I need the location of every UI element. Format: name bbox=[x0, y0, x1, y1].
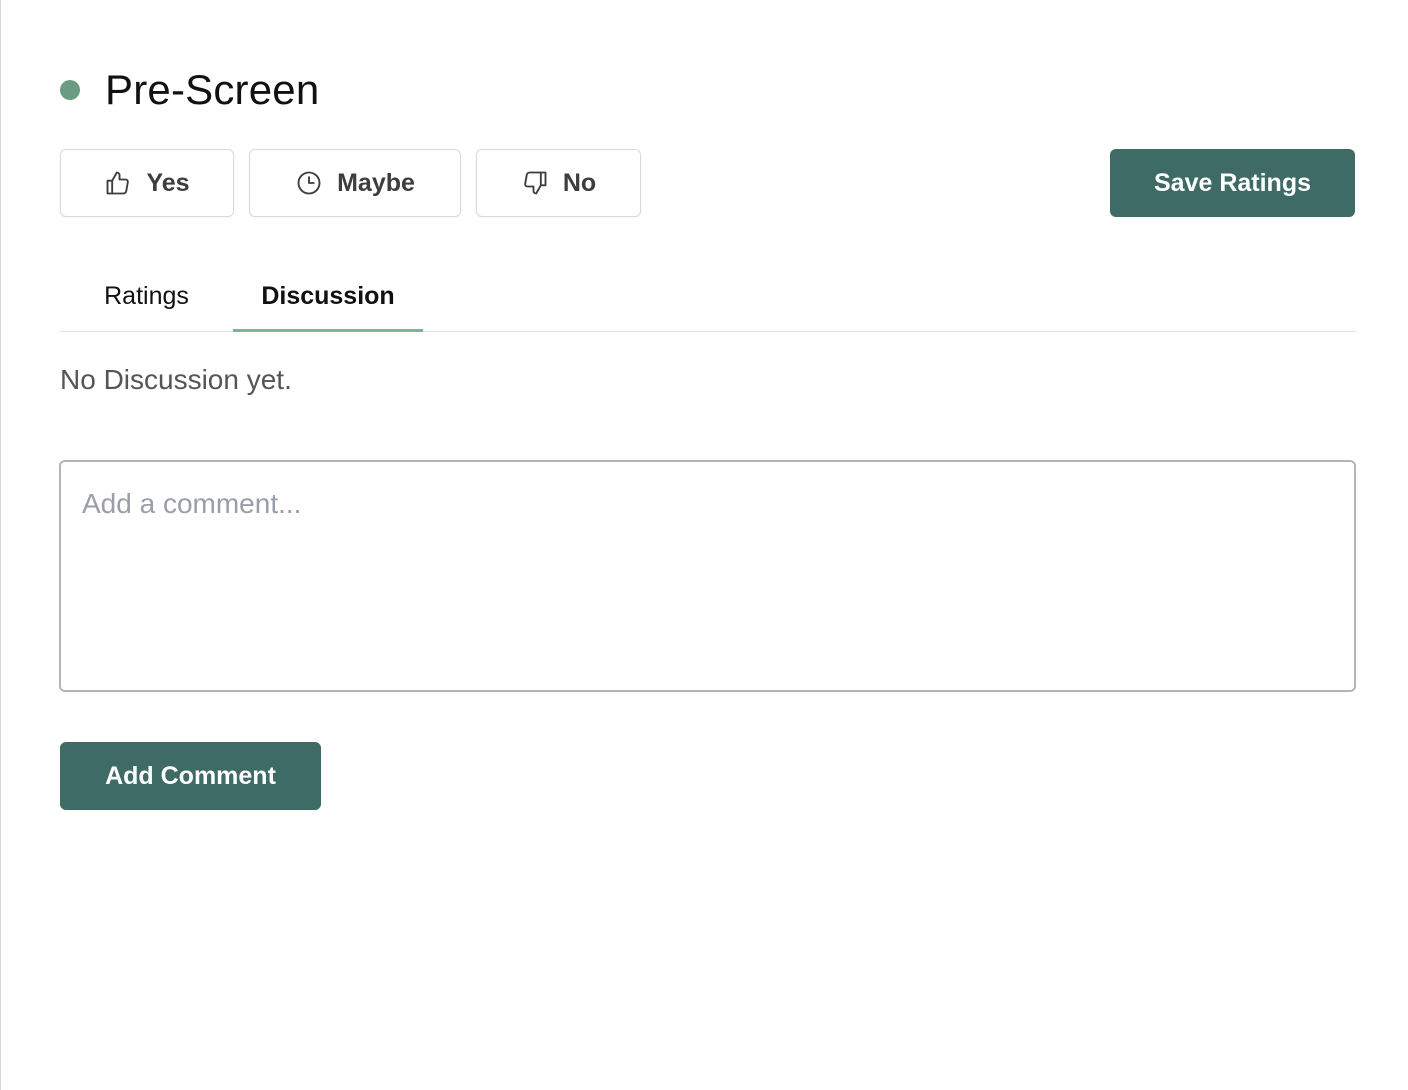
page-frame: Pre-Screen Yes Maybe No Save Ratings Rat… bbox=[0, 0, 1408, 1090]
tab-ratings[interactable]: Ratings bbox=[60, 262, 233, 331]
add-comment-button[interactable]: Add Comment bbox=[60, 742, 321, 810]
maybe-button[interactable]: Maybe bbox=[249, 149, 461, 217]
yes-label: Yes bbox=[146, 168, 190, 197]
thumbs-up-icon bbox=[104, 169, 132, 197]
yes-button[interactable]: Yes bbox=[60, 149, 234, 217]
save-ratings-button[interactable]: Save Ratings bbox=[1110, 149, 1355, 217]
no-button[interactable]: No bbox=[476, 149, 641, 217]
tab-discussion[interactable]: Discussion bbox=[233, 262, 423, 332]
page-title: Pre-Screen bbox=[105, 66, 320, 113]
page-header: Pre-Screen bbox=[60, 62, 319, 118]
maybe-label: Maybe bbox=[337, 168, 415, 197]
empty-discussion-text: No Discussion yet. bbox=[60, 364, 292, 395]
clock-icon bbox=[295, 169, 323, 197]
status-dot bbox=[60, 80, 80, 100]
tab-bar: Ratings Discussion bbox=[60, 262, 1356, 332]
thumbs-down-icon bbox=[521, 169, 549, 197]
no-label: No bbox=[562, 168, 597, 197]
comment-input[interactable] bbox=[59, 460, 1356, 692]
